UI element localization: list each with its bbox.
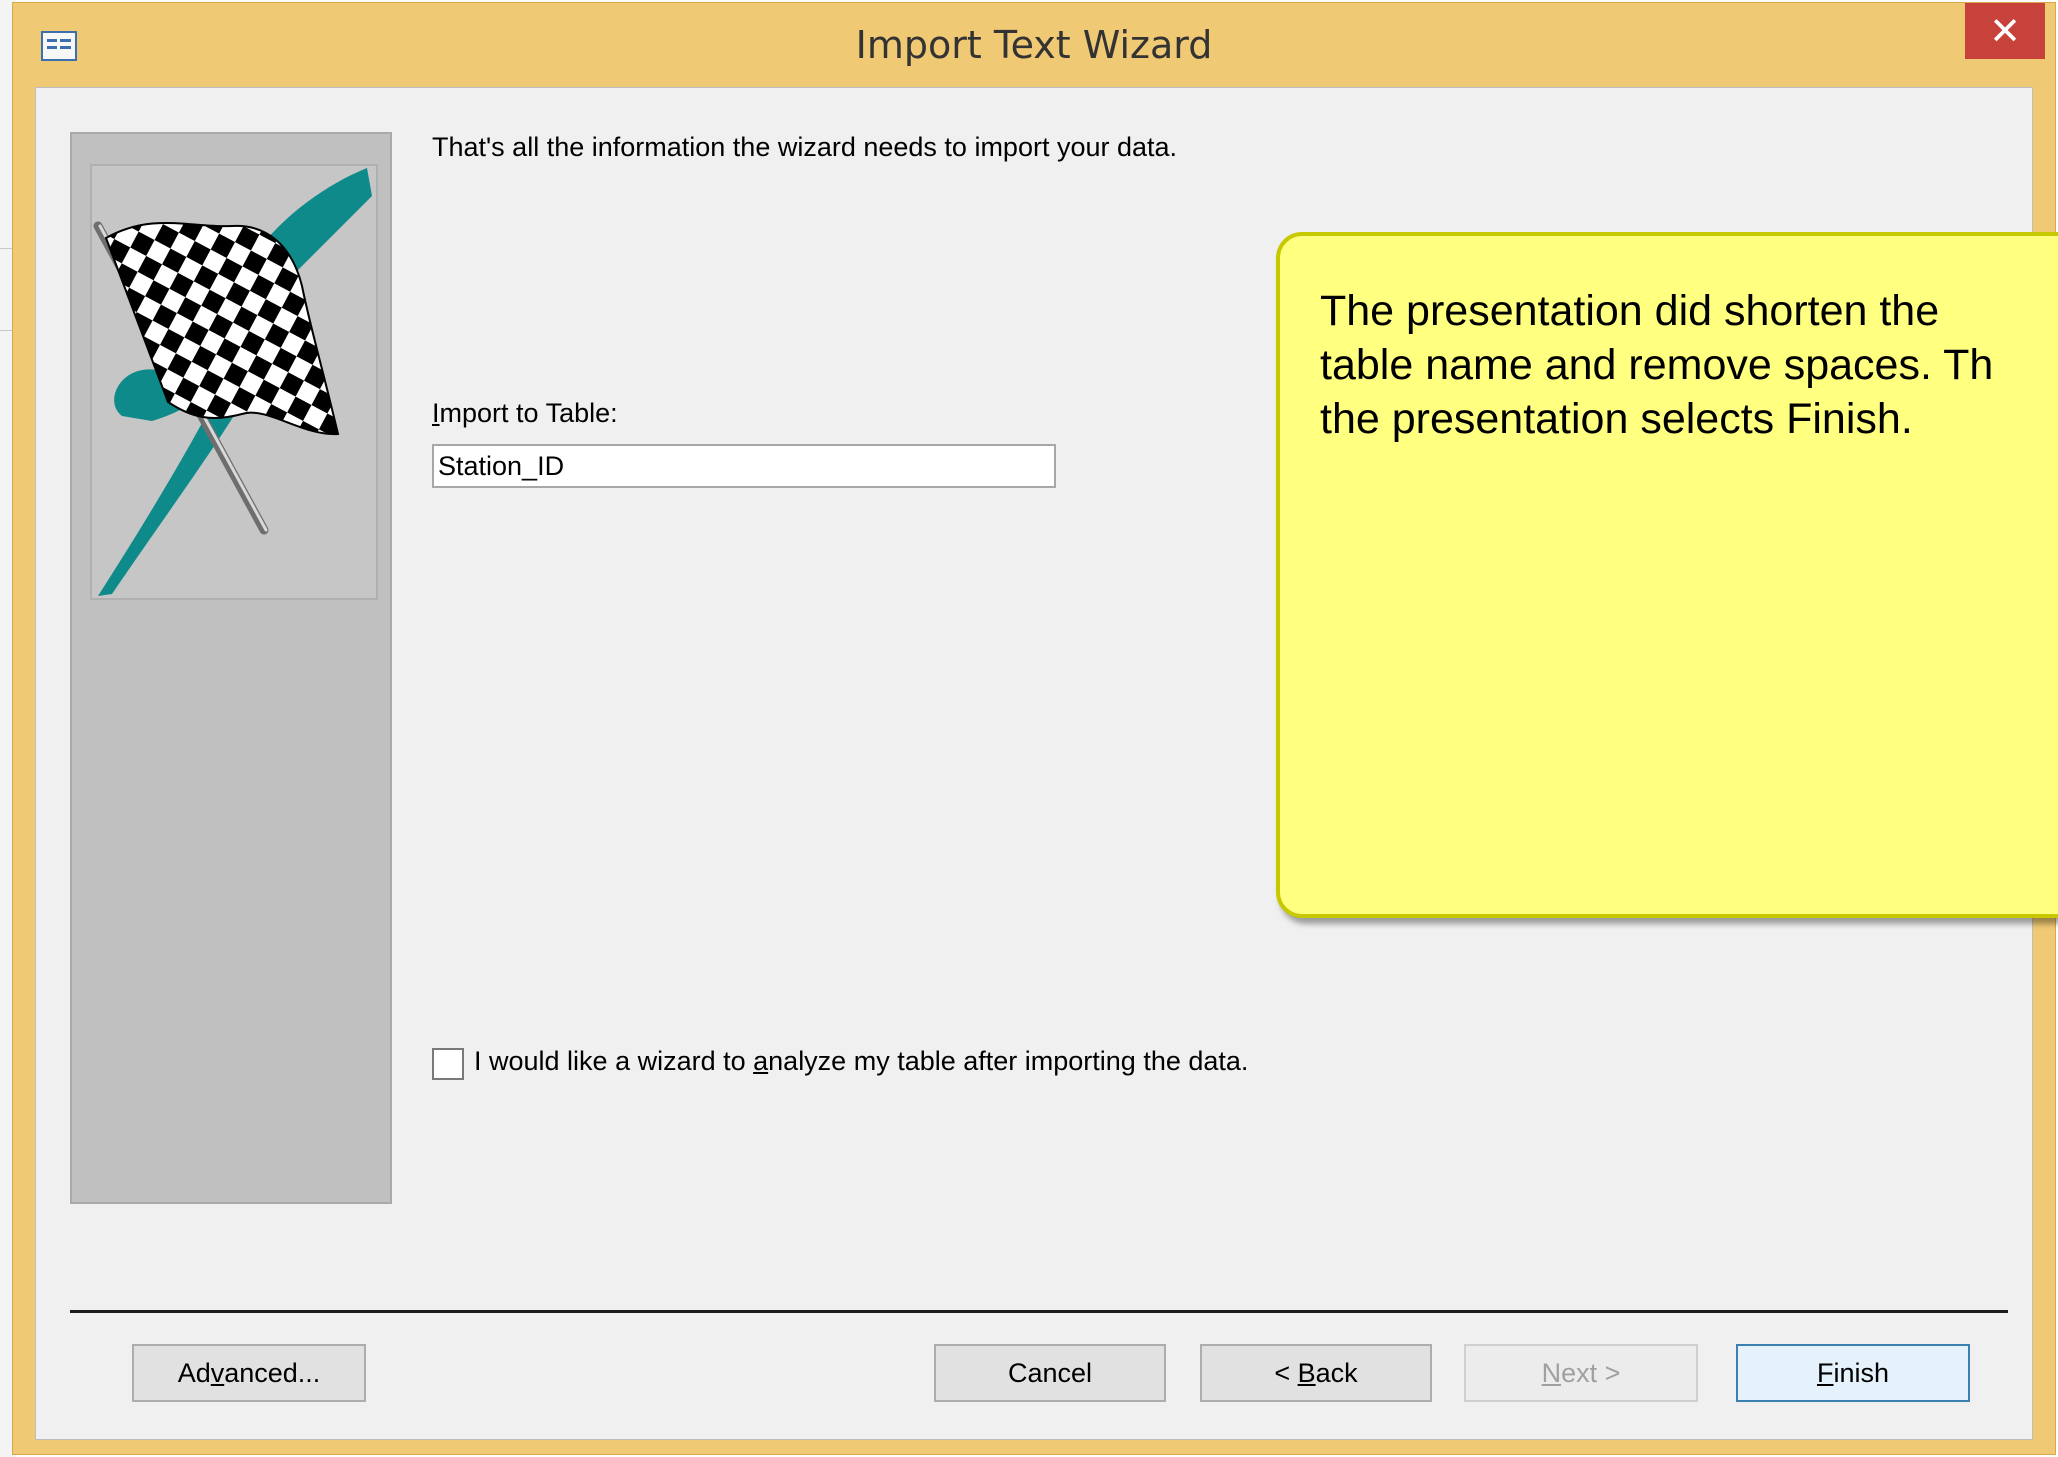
window-title: Import Text Wizard — [855, 23, 1213, 67]
import-to-table-input[interactable]: Station_ID — [432, 444, 1056, 488]
import-label-text: mport to Table: — [439, 398, 618, 428]
advanced-label-before: Ad — [177, 1358, 211, 1388]
analyze-label-before: I would like a wizard to — [474, 1046, 754, 1076]
close-icon: ✕ — [1989, 9, 2021, 53]
next-label-after: ext > — [1561, 1358, 1621, 1388]
finish-label-hotkey: F — [1816, 1358, 1834, 1388]
checkered-flag-icon — [93, 168, 372, 596]
advanced-label-hotkey: v — [210, 1358, 225, 1388]
import-to-table-label: Import to Table: — [432, 398, 618, 429]
back-button[interactable]: < Back — [1200, 1344, 1432, 1402]
callout-text: The presentation did shorten the table n… — [1320, 284, 2058, 446]
title-bar[interactable]: Import Text Wizard ✕ — [13, 3, 2055, 87]
back-label-hotkey: B — [1297, 1358, 1316, 1388]
advanced-button[interactable]: Advanced... — [132, 1344, 366, 1402]
back-label-before: < — [1274, 1358, 1298, 1388]
analyze-label-after: nalyze my table after importing the data… — [768, 1046, 1249, 1076]
analyze-table-checkbox[interactable] — [432, 1048, 464, 1080]
back-label-after: ack — [1315, 1358, 1358, 1388]
callout-line: The presentation did shorten the — [1320, 287, 1940, 335]
close-button[interactable]: ✕ — [1965, 3, 2045, 59]
table-name-value: Station_ID — [438, 451, 565, 481]
finish-label-after: inish — [1833, 1358, 1890, 1388]
callout-line: table name and remove spaces. Th — [1320, 341, 1994, 389]
next-label-hotkey: N — [1541, 1358, 1562, 1388]
cancel-button[interactable]: Cancel — [934, 1344, 1166, 1402]
tutorial-callout: The presentation did shorten the table n… — [1276, 232, 2058, 918]
advanced-label-after: anced... — [224, 1358, 321, 1388]
callout-line: the presentation selects Finish. — [1320, 395, 1913, 443]
button-divider — [70, 1310, 2008, 1313]
import-label-hotkey: I — [432, 398, 440, 428]
finish-button[interactable]: Finish — [1736, 1344, 1970, 1402]
analyze-table-label[interactable]: I would like a wizard to analyze my tabl… — [474, 1046, 1248, 1077]
analyze-label-hotkey: a — [753, 1046, 769, 1076]
next-button[interactable]: Next > — [1464, 1344, 1698, 1402]
wizard-intro-text: That's all the information the wizard ne… — [432, 132, 1178, 162]
wizard-side-panel — [70, 132, 392, 1204]
checkered-flag-image — [90, 164, 378, 600]
